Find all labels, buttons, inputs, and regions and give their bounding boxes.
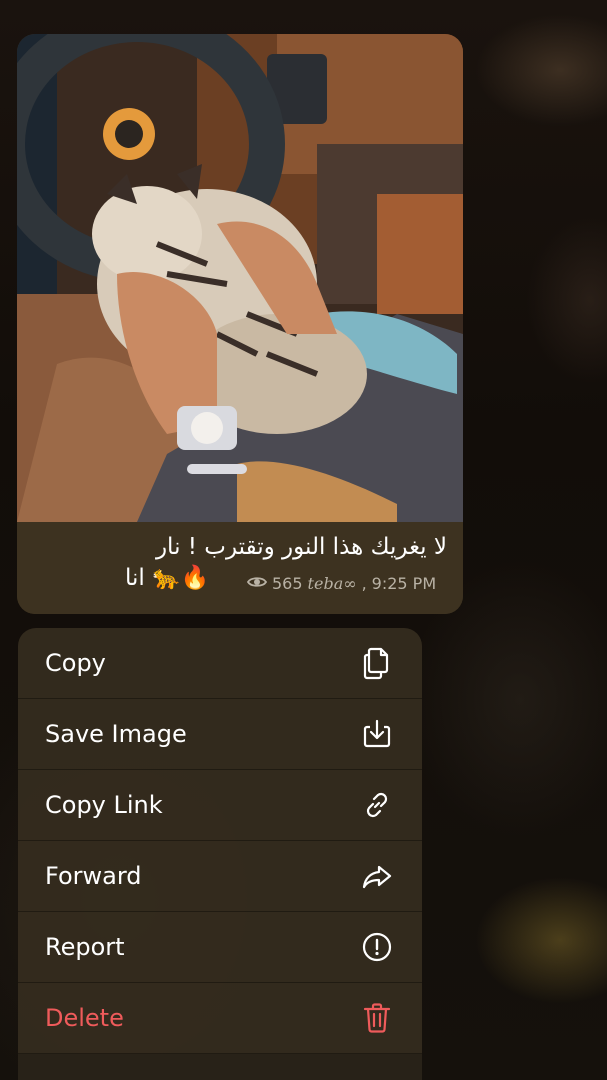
- caption-line-2-text: انا: [125, 565, 145, 591]
- menu-item-label: Report: [45, 933, 125, 961]
- caption-emoji: 🔥🐆: [152, 565, 210, 591]
- menu-item-label: Delete: [45, 1004, 124, 1032]
- caption-line-2: 🔥🐆 انا: [125, 564, 209, 591]
- menu-item-report[interactable]: Report: [18, 912, 422, 983]
- menu-item-copy[interactable]: Copy: [18, 628, 422, 699]
- menu-item-delete[interactable]: Delete: [18, 983, 422, 1054]
- meta-separator: ,: [361, 574, 367, 593]
- menu-item-label: Forward: [45, 862, 142, 890]
- copy-icon: [360, 646, 394, 680]
- trash-icon: [360, 1001, 394, 1035]
- menu-item-save-image[interactable]: Save Image: [18, 699, 422, 770]
- menu-item-label: Copy: [45, 649, 106, 677]
- view-count: 565: [272, 574, 303, 593]
- forward-icon: [360, 859, 394, 893]
- save-image-icon: [360, 717, 394, 751]
- message-bubble[interactable]: لا يغريك هذا النور وتقترب ! نار 🔥🐆 انا 5…: [17, 34, 463, 614]
- message-time: 9:25 PM: [371, 574, 437, 593]
- message-caption: لا يغريك هذا النور وتقترب ! نار 🔥🐆 انا 5…: [17, 522, 463, 614]
- screen: لا يغريك هذا النور وتقترب ! نار 🔥🐆 انا 5…: [0, 0, 607, 1080]
- menu-footer-gap: [18, 1054, 422, 1080]
- message-meta: 565 teba∞, 9:25 PM: [246, 574, 437, 593]
- report-icon: [360, 930, 394, 964]
- menu-item-label: Save Image: [45, 720, 187, 748]
- context-menu: Copy Save Image Copy Link Forward Report…: [18, 628, 422, 1080]
- menu-item-copy-link[interactable]: Copy Link: [18, 770, 422, 841]
- menu-item-label: Copy Link: [45, 791, 163, 819]
- link-icon: [360, 788, 394, 822]
- menu-item-forward[interactable]: Forward: [18, 841, 422, 912]
- photo-illustration: [17, 34, 463, 522]
- author-signature: teba∞: [307, 574, 357, 593]
- message-photo[interactable]: [17, 34, 463, 522]
- eye-icon: [246, 574, 268, 593]
- caption-line-1: لا يغريك هذا النور وتقترب ! نار: [155, 534, 447, 560]
